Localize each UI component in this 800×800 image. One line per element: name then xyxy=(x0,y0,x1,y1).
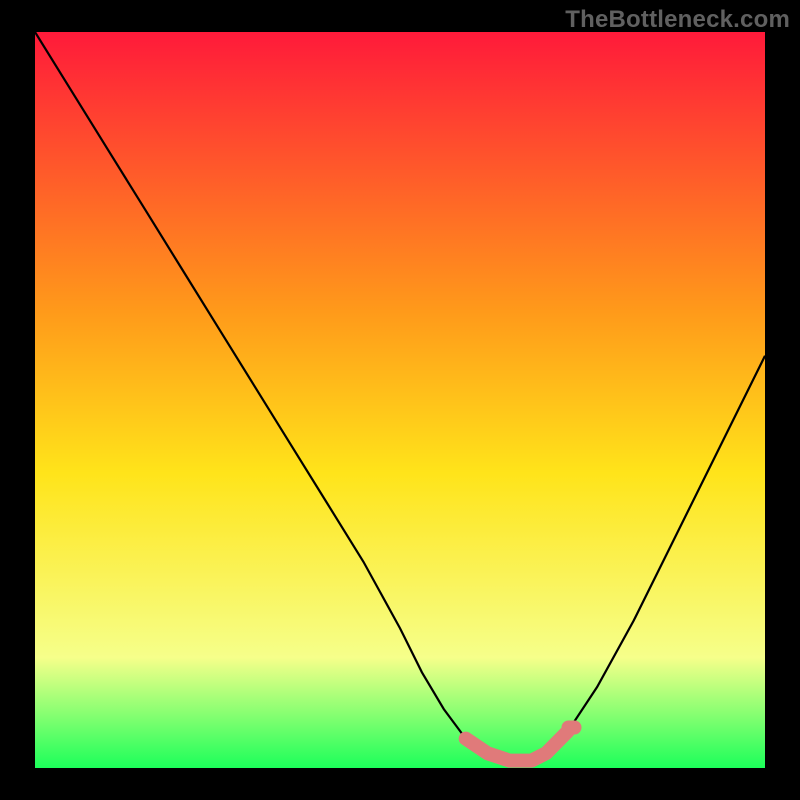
gradient-background xyxy=(35,32,765,768)
bottleneck-chart xyxy=(35,32,765,768)
plot-area xyxy=(35,32,765,768)
watermark-text: TheBottleneck.com xyxy=(565,6,790,34)
chart-stage: TheBottleneck.com xyxy=(0,0,800,800)
